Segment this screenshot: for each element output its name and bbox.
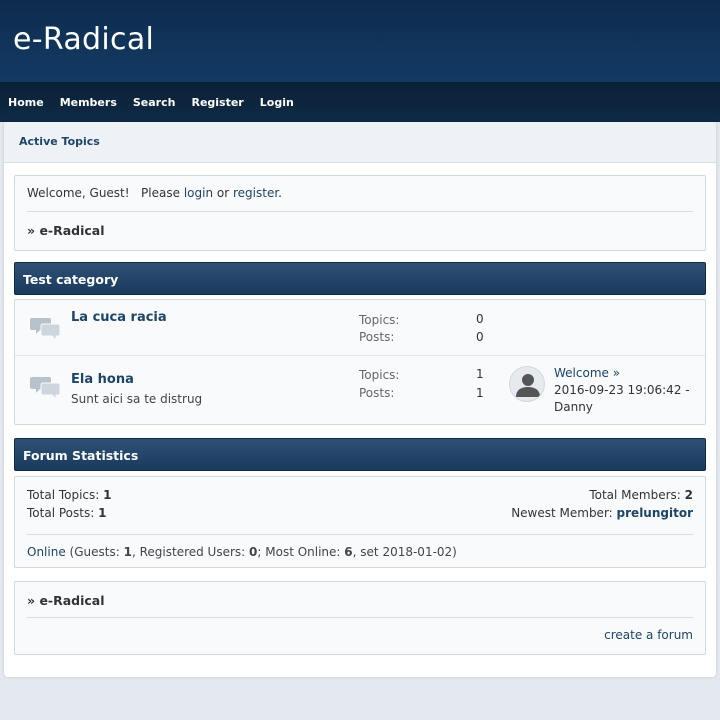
sub-nav: Active Topics <box>4 122 716 163</box>
topics-count: 0 <box>476 312 484 326</box>
login-link[interactable]: login <box>184 186 213 200</box>
site-title[interactable]: e-Radical <box>13 22 154 57</box>
board-description: Sunt aici sa te distrug <box>71 392 203 406</box>
main-nav: Home Members Search Register Login <box>0 82 720 122</box>
board-row: Ela hona Sunt aici sa te distrug Topics:… <box>15 356 705 424</box>
registered-label: , Registered Users: <box>131 545 246 559</box>
breadcrumb-arrow: » <box>27 223 36 238</box>
posts-label: Posts: <box>359 386 395 400</box>
active-topics-link[interactable]: Active Topics <box>19 135 100 148</box>
welcome-greeting: Welcome, Guest! <box>27 186 130 200</box>
total-topics-label: Total Topics: <box>27 488 100 502</box>
topics-count: 1 <box>476 367 484 381</box>
welcome-or: or <box>216 186 230 200</box>
total-posts-value: 1 <box>98 506 107 520</box>
stats-header: Forum Statistics <box>14 438 706 471</box>
guests-label: (Guests: <box>69 545 120 559</box>
breadcrumb-forum-link[interactable]: e-Radical <box>39 223 104 238</box>
most-online-value: 6 <box>344 545 353 559</box>
posts-count: 0 <box>476 330 484 344</box>
last-post-date: 2016-09-23 19:06:42 - <box>554 383 690 397</box>
online-stats: Online (Guests: 1, Registered Users: 0; … <box>27 545 457 559</box>
last-post-title[interactable]: Welcome <box>554 366 609 380</box>
category-header[interactable]: Test category <box>14 262 706 295</box>
site-header: e-Radical <box>0 0 720 82</box>
footer-breadcrumb: » e-Radical <box>27 593 105 608</box>
nav-members[interactable]: Members <box>60 96 117 109</box>
last-post-arrow[interactable]: » <box>613 366 620 380</box>
footer-panel: » e-Radical create a forum <box>14 581 706 655</box>
newest-member-label: Newest Member: <box>511 506 613 520</box>
nav-login[interactable]: Login <box>260 96 294 109</box>
divider <box>27 211 693 212</box>
breadcrumb-arrow: » <box>27 593 36 608</box>
board-name[interactable]: La cuca racia <box>71 310 167 325</box>
topics-label: Topics: <box>359 368 400 382</box>
footer-forum-link[interactable]: e-Radical <box>39 593 104 608</box>
breadcrumb: » e-Radical <box>27 223 105 238</box>
board-icon <box>30 318 61 341</box>
most-online-date: , set 2018-01-02) <box>352 545 457 559</box>
create-forum-link[interactable]: create a forum <box>604 628 693 642</box>
nav-search[interactable]: Search <box>133 96 176 109</box>
divider <box>27 617 693 618</box>
posts-count: 1 <box>476 386 484 400</box>
newest-member: Newest Member: prelungitor <box>511 506 693 520</box>
posts-label: Posts: <box>359 330 395 344</box>
total-topics-value: 1 <box>103 488 112 502</box>
total-members: Total Members: 2 <box>589 488 693 502</box>
total-members-label: Total Members: <box>589 488 681 502</box>
welcome-text: Welcome, Guest! Please login or register… <box>27 186 282 200</box>
divider <box>27 534 693 535</box>
board-row: La cuca racia Topics: 0 Posts: 0 <box>15 300 705 356</box>
stats-panel: Total Topics: 1 Total Posts: 1 Total Mem… <box>14 476 706 568</box>
welcome-please: Please <box>141 186 180 200</box>
nav-register[interactable]: Register <box>191 96 243 109</box>
topics-label: Topics: <box>359 313 400 327</box>
avatar <box>509 366 545 402</box>
guests-value: 1 <box>123 545 132 559</box>
total-posts: Total Posts: 1 <box>27 506 106 520</box>
most-online-label: ; Most Online: <box>257 545 341 559</box>
total-members-value: 2 <box>684 488 693 502</box>
content-wrapper: Active Topics Welcome, Guest! Please log… <box>4 122 716 677</box>
board-name[interactable]: Ela hona <box>71 372 134 387</box>
board-icon <box>30 377 61 400</box>
total-topics: Total Topics: 1 <box>27 488 112 502</box>
user-silhouette-icon <box>516 374 540 397</box>
welcome-period: . <box>278 186 282 200</box>
boards-panel: La cuca racia Topics: 0 Posts: 0 Ela hon… <box>14 299 706 425</box>
last-post-author: Danny <box>554 400 593 414</box>
online-link[interactable]: Online <box>27 545 66 559</box>
total-posts-label: Total Posts: <box>27 506 95 520</box>
welcome-panel: Welcome, Guest! Please login or register… <box>14 175 706 251</box>
register-link[interactable]: register <box>233 186 278 200</box>
last-post: Welcome » 2016-09-23 19:06:42 - Danny <box>554 365 699 416</box>
newest-member-link[interactable]: prelungitor <box>617 506 693 520</box>
nav-home[interactable]: Home <box>8 96 44 109</box>
